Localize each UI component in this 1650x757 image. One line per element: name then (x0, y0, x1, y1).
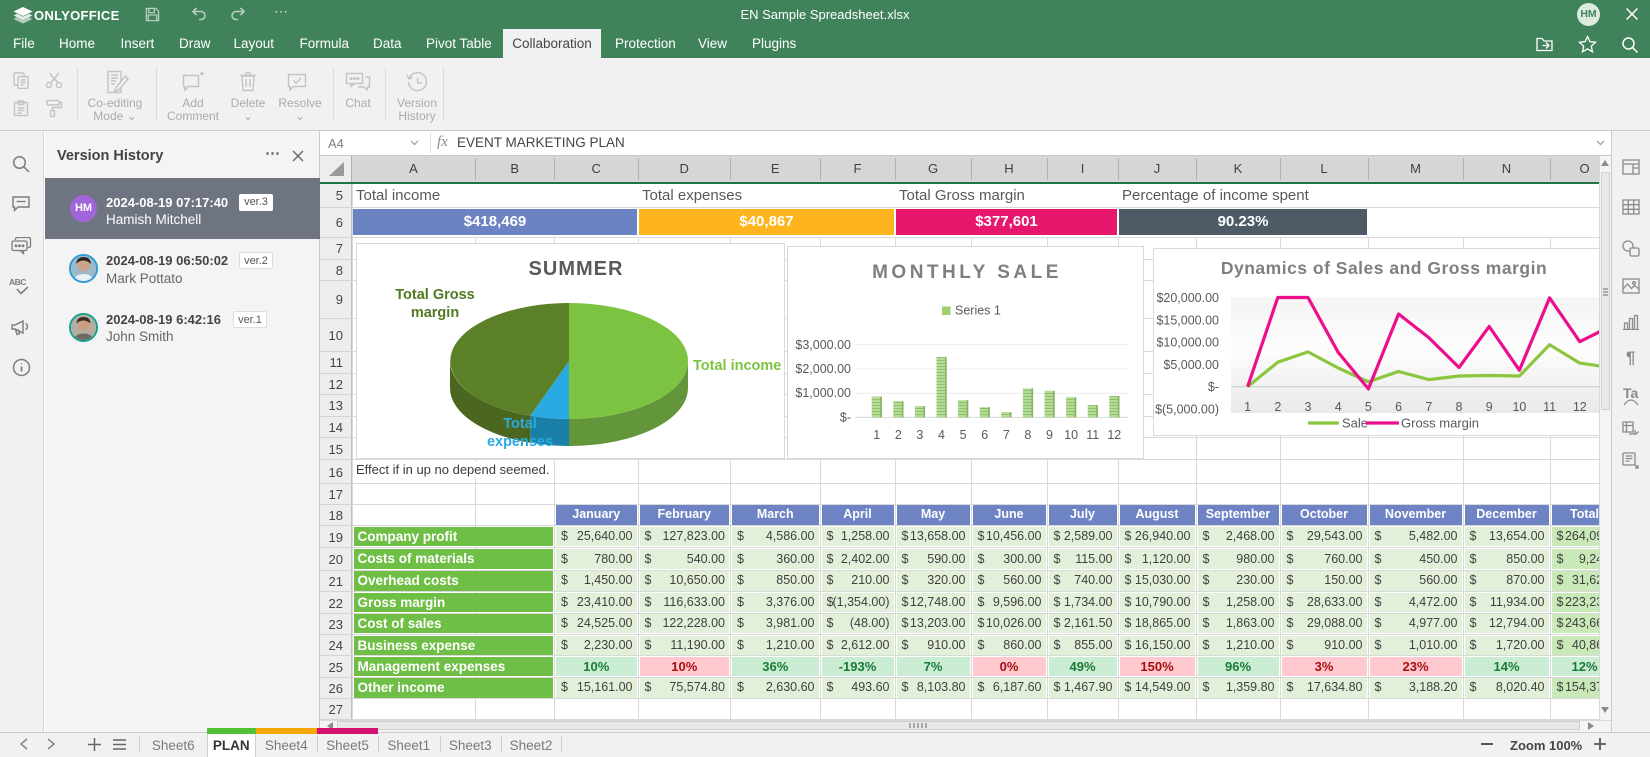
svg-text:10: 10 (1512, 400, 1526, 414)
svg-text:Total income: Total income (693, 358, 781, 374)
svg-text:10: 10 (1064, 428, 1078, 442)
svg-text:Sale: Sale (1342, 415, 1368, 430)
svg-text:6: 6 (1395, 400, 1402, 414)
svg-text:1: 1 (873, 428, 880, 442)
svg-text:expenses: expenses (487, 434, 553, 450)
svg-text:11: 11 (1543, 400, 1556, 414)
svg-text:$15,000.00: $15,000.00 (1156, 313, 1219, 327)
svg-text:2: 2 (1274, 400, 1281, 414)
svg-text:SUMMER: SUMMER (529, 258, 624, 280)
svg-text:3: 3 (916, 428, 923, 442)
svg-text:$3,000.00: $3,000.00 (795, 338, 851, 352)
svg-text:Gross margin: Gross margin (1401, 415, 1479, 430)
svg-text:2: 2 (895, 428, 902, 442)
svg-text:Total Gross: Total Gross (395, 287, 475, 303)
svg-text:$5,000.00: $5,000.00 (1163, 357, 1219, 371)
svg-text:$1,000.00: $1,000.00 (795, 386, 851, 400)
svg-text:9: 9 (1486, 400, 1493, 414)
svg-text:$10,000.00: $10,000.00 (1156, 335, 1219, 349)
svg-text:11: 11 (1086, 428, 1099, 442)
svg-text:5: 5 (1365, 400, 1372, 414)
svg-text:$-: $- (1208, 380, 1219, 394)
svg-text:4: 4 (938, 428, 945, 442)
svg-text:7: 7 (1425, 400, 1432, 414)
svg-text:12: 12 (1573, 400, 1587, 414)
svg-text:Total: Total (503, 416, 537, 432)
svg-text:$(5,000.00): $(5,000.00) (1155, 402, 1219, 416)
svg-text:7: 7 (1003, 428, 1010, 442)
svg-text:margin: margin (411, 305, 459, 321)
svg-text:1: 1 (1244, 400, 1251, 414)
svg-text:9: 9 (1046, 428, 1053, 442)
svg-text:6: 6 (981, 428, 988, 442)
svg-text:3: 3 (1305, 400, 1312, 414)
svg-text:MONTHLY SALE: MONTHLY SALE (872, 262, 1062, 283)
svg-text:4: 4 (1335, 400, 1342, 414)
svg-text:12: 12 (1107, 428, 1121, 442)
svg-text:$20,000.00: $20,000.00 (1156, 291, 1219, 305)
svg-text:Dynamics of Sales and Gross ma: Dynamics of Sales and Gross margin (1221, 258, 1547, 278)
svg-text:$-: $- (840, 410, 851, 424)
svg-text:8: 8 (1024, 428, 1031, 442)
svg-text:$2,000.00: $2,000.00 (795, 362, 851, 376)
svg-text:5: 5 (960, 428, 967, 442)
svg-text:Series 1: Series 1 (955, 304, 1001, 318)
svg-text:8: 8 (1456, 400, 1463, 414)
